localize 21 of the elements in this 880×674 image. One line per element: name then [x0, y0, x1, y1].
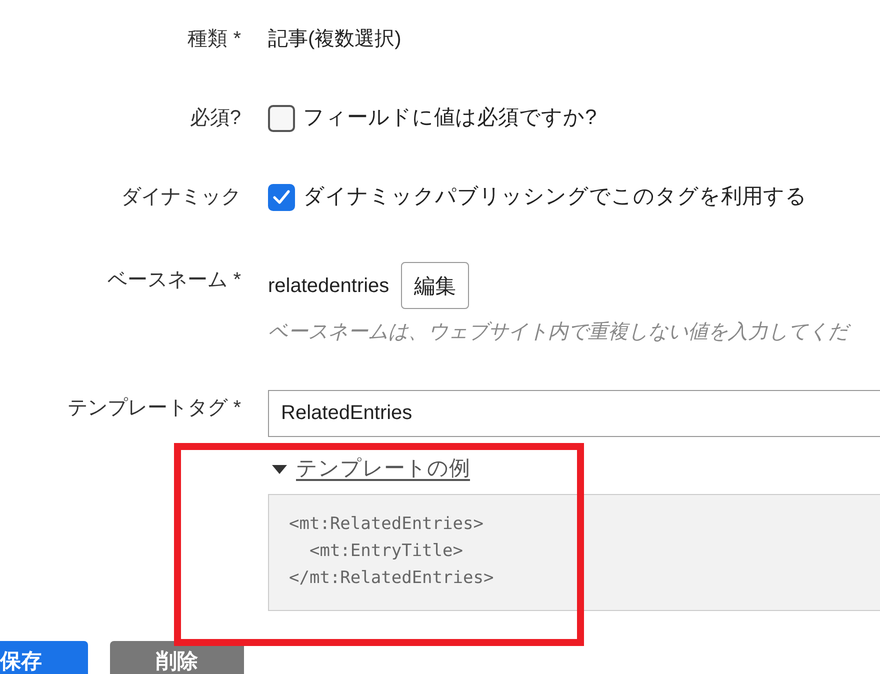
code-line: <mt:EntryTitle>: [308, 540, 463, 563]
field-label: ベースネーム *: [106, 268, 241, 293]
field-label: テンプレートタグ *: [66, 396, 241, 421]
field-label: 必須?: [188, 106, 241, 131]
checkbox[interactable]: [268, 104, 295, 132]
basename-value: relatedentries: [268, 274, 390, 298]
checkbox[interactable]: [268, 184, 295, 210]
code-line: <mt:RelatedEntries>: [289, 513, 484, 536]
field-label: ダイナミック: [120, 185, 241, 210]
edit-button[interactable]: 編集: [401, 262, 470, 309]
caret-icon[interactable]: [272, 464, 287, 474]
template-example-link[interactable]: テンプレートの例: [296, 454, 470, 484]
checkbox-label: フィールドに値は必須ですか?: [303, 105, 597, 131]
hint-text: ベースネームは、ウェブサイト内で重複しない値を入力してくだ: [268, 319, 880, 345]
field-value: 記事(複数選択): [268, 27, 402, 52]
code-line: </mt:RelatedEntries>: [289, 567, 494, 590]
checkbox-label: ダイナミックパブリッシングでこのタグを利用する: [303, 184, 807, 210]
template-tag-input[interactable]: RelatedEntries: [268, 390, 880, 437]
checkmark-icon: [273, 190, 290, 204]
delete-button[interactable]: 削除: [110, 641, 244, 674]
field-label: 種類 *: [186, 27, 241, 52]
